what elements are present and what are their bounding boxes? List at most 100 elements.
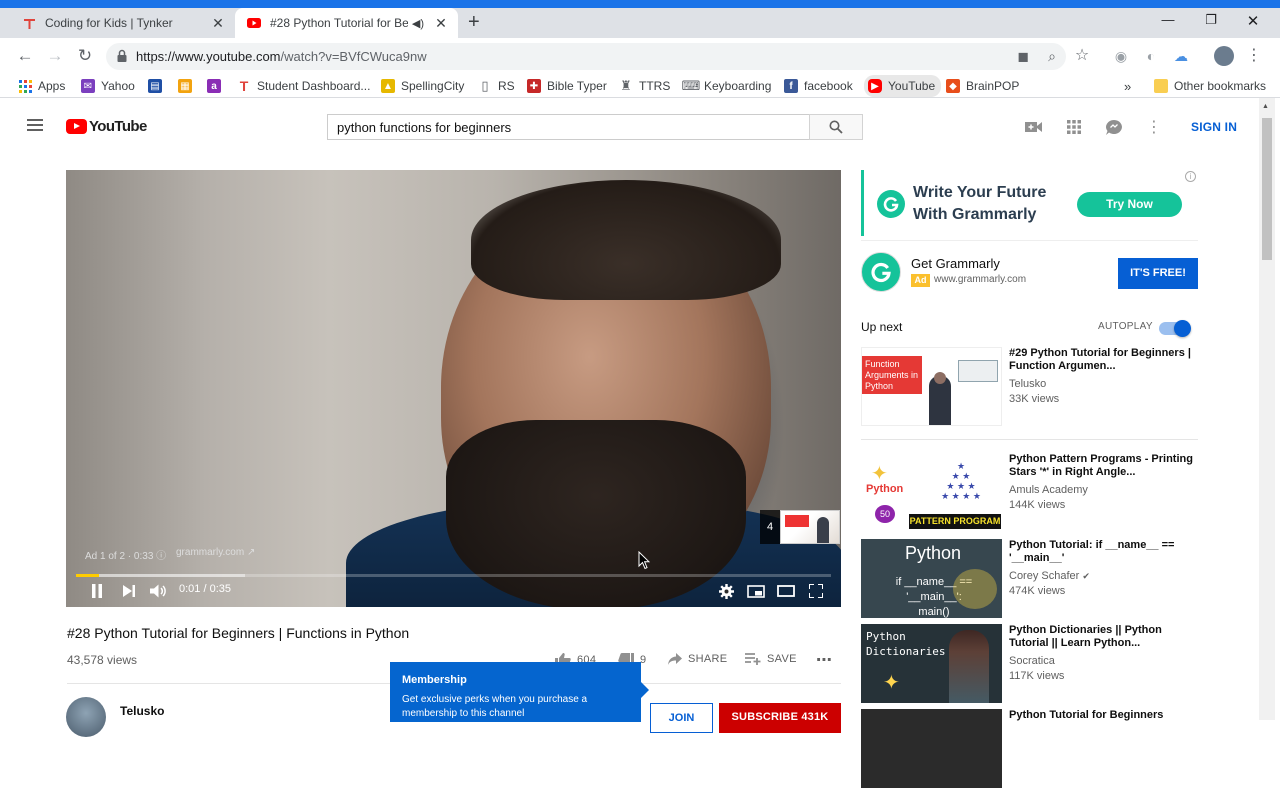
- view-count: 144K views: [1009, 499, 1066, 511]
- apps-grid-icon[interactable]: [1064, 117, 1084, 137]
- video-title[interactable]: Python Dictionaries || Python Tutorial |…: [1009, 624, 1198, 650]
- video-thumbnail[interactable]: [861, 709, 1002, 788]
- youtube-logo[interactable]: YouTube: [66, 118, 147, 135]
- minimize-window-icon[interactable]: —: [1153, 12, 1183, 27]
- bookmark-ttrs[interactable]: ♜ TTRS: [619, 78, 670, 94]
- brainpop-icon: ◆: [946, 79, 960, 93]
- close-window-icon[interactable]: ✕: [1238, 12, 1268, 30]
- sign-in-button[interactable]: SIGN IN: [1191, 120, 1237, 134]
- bookmark-5[interactable]: a: [207, 78, 221, 94]
- recommended-video[interactable]: Python if __name__ == '__main__': main() …: [861, 539, 1198, 619]
- chrome-menu-icon[interactable]: ⋮: [1245, 47, 1263, 65]
- other-bookmarks-folder[interactable]: Other bookmarks: [1154, 78, 1266, 94]
- video-player[interactable]: [66, 170, 841, 607]
- profile-avatar[interactable]: [1214, 46, 1234, 66]
- video-title[interactable]: Python Tutorial: if __name__ == '__main_…: [1009, 539, 1198, 565]
- volume-icon[interactable]: [150, 582, 168, 600]
- spellingcity-icon: ▲: [381, 79, 395, 93]
- share-button[interactable]: SHARE: [668, 653, 727, 665]
- ad-info-icon[interactable]: ⓘ: [156, 551, 166, 562]
- youtube-icon: ▶: [868, 79, 882, 93]
- ad-site-link[interactable]: grammarly.com ↗: [176, 547, 255, 558]
- scroll-up-arrow-icon[interactable]: ▲: [1262, 103, 1269, 110]
- back-arrow-icon[interactable]: ←: [14, 45, 36, 67]
- bookmark-facebook[interactable]: f facebook: [784, 78, 853, 94]
- create-video-icon[interactable]: [1024, 117, 1044, 137]
- channel-name[interactable]: Corey Schafer ✔: [1009, 570, 1090, 582]
- tab-tynker[interactable]: Coding for Kids | Tynker ✕: [10, 8, 235, 38]
- bookmark-spellingcity[interactable]: ▲ SpellingCity: [381, 78, 464, 94]
- reload-icon[interactable]: ↻: [74, 45, 96, 67]
- tab-title: #28 Python Tutorial for Begi: [270, 16, 408, 30]
- bookmark-youtube[interactable]: ▶ YouTube: [864, 75, 942, 97]
- try-now-button[interactable]: Try Now: [1077, 192, 1182, 217]
- more-bookmarks-chevron-icon[interactable]: »: [1124, 78, 1131, 94]
- video-thumbnail[interactable]: Function Arguments in Python: [861, 347, 1002, 426]
- channel-avatar[interactable]: [66, 697, 106, 737]
- messages-icon[interactable]: [1104, 117, 1124, 137]
- channel-name[interactable]: Amuls Academy: [1009, 484, 1088, 496]
- restore-window-icon[interactable]: ❐: [1196, 12, 1226, 28]
- channel-name[interactable]: Telusko: [1009, 378, 1046, 390]
- recommended-video[interactable]: ✦ Python 50 ★ ★ ★ ★ ★ ★ ★ ★ ★ ★ PATTERN PRO…: [861, 453, 1198, 533]
- camera-blocked-icon[interactable]: ◼: [1014, 47, 1032, 65]
- search-button[interactable]: [809, 114, 863, 140]
- video-title[interactable]: Python Tutorial for Beginners: [1009, 709, 1198, 722]
- next-video-icon[interactable]: [120, 582, 138, 600]
- settings-gear-icon[interactable]: [717, 582, 735, 600]
- video-title[interactable]: #29 Python Tutorial for Beginners | Func…: [1009, 347, 1198, 373]
- url-text[interactable]: https://www.youtube.com/watch?v=BVfCWuca…: [136, 49, 427, 64]
- tab-youtube-video[interactable]: #28 Python Tutorial for Begi ◀) ✕: [235, 8, 458, 38]
- bookmark-brainpop[interactable]: ◆ BrainPOP: [946, 78, 1019, 94]
- bookmark-student-dashboard[interactable]: T Student Dashboard...: [237, 78, 371, 94]
- tab-close-icon[interactable]: ✕: [432, 15, 450, 32]
- join-button[interactable]: JOIN: [650, 703, 713, 733]
- recommended-video[interactable]: Python Dictionaries ✦ Python Dictionarie…: [861, 624, 1198, 704]
- bookmark-keyboarding[interactable]: ⌨ Keyboarding: [682, 78, 772, 94]
- guide-menu-icon[interactable]: [27, 119, 43, 132]
- ad-title[interactable]: Get Grammarly: [911, 256, 1000, 271]
- forward-arrow-icon[interactable]: →: [44, 45, 66, 67]
- bookmark-3[interactable]: ▤: [148, 78, 162, 94]
- subscribe-button[interactable]: SUBSCRIBE 431K: [719, 703, 841, 733]
- recommended-video[interactable]: Python Tutorial for Beginners: [861, 709, 1198, 789]
- bookmark-label: BrainPOP: [966, 79, 1020, 93]
- save-to-playlist-button[interactable]: SAVE: [745, 653, 797, 665]
- bookmark-bible-typer[interactable]: ✚ Bible Typer: [527, 78, 607, 94]
- bookmark-apps[interactable]: Apps: [18, 78, 65, 94]
- bookmark-yahoo[interactable]: ✉ Yahoo: [81, 78, 135, 94]
- video-thumbnail[interactable]: Python if __name__ == '__main__': main(): [861, 539, 1002, 618]
- video-title[interactable]: Python Pattern Programs - Printing Stars…: [1009, 453, 1198, 479]
- autoplay-toggle-knob[interactable]: [1174, 320, 1191, 337]
- tab-close-icon[interactable]: ✕: [209, 15, 227, 32]
- settings-more-icon[interactable]: ⋮: [1144, 117, 1164, 137]
- grammarly-ad-logo-icon[interactable]: [861, 252, 901, 292]
- audio-playing-icon[interactable]: ◀): [412, 17, 424, 30]
- video-thumbnail[interactable]: Python Dictionaries ✦: [861, 624, 1002, 703]
- next-video-preview-thumbnail[interactable]: [780, 510, 840, 544]
- zoom-icon[interactable]: ⌕: [1043, 47, 1061, 65]
- recommended-video[interactable]: Function Arguments in Python #29 Python …: [861, 347, 1198, 427]
- theater-mode-icon[interactable]: [777, 582, 795, 600]
- new-tab-button[interactable]: +: [468, 11, 480, 33]
- bookmark-rs[interactable]: ▯ RS: [478, 78, 514, 94]
- its-free-button[interactable]: IT'S FREE!: [1118, 258, 1198, 289]
- video-thumbnail[interactable]: ✦ Python 50 ★ ★ ★ ★ ★ ★ ★ ★ ★ ★ PATTERN PRO…: [861, 453, 1002, 532]
- bookmark-star-icon[interactable]: ☆: [1073, 47, 1091, 65]
- search-icon: [829, 120, 843, 134]
- scrollbar-thumb[interactable]: [1262, 118, 1272, 260]
- miniplayer-icon[interactable]: [747, 582, 765, 600]
- extension-icon[interactable]: ◉: [1112, 47, 1130, 65]
- ad-info-icon[interactable]: i: [1185, 171, 1196, 182]
- thumbnail-person: [949, 630, 989, 703]
- extension-icon[interactable]: ◐: [1142, 47, 1160, 65]
- membership-title: Membership: [402, 674, 467, 686]
- more-actions-icon[interactable]: ⋯: [816, 650, 832, 670]
- cloud-extension-icon[interactable]: ☁: [1172, 47, 1190, 65]
- search-input[interactable]: python functions for beginners: [327, 114, 809, 140]
- pause-icon[interactable]: [88, 582, 106, 600]
- channel-name[interactable]: Telusko: [120, 704, 164, 718]
- channel-name[interactable]: Socratica: [1009, 655, 1055, 667]
- bookmark-4[interactable]: ▦: [178, 78, 192, 94]
- fullscreen-icon[interactable]: [807, 582, 825, 600]
